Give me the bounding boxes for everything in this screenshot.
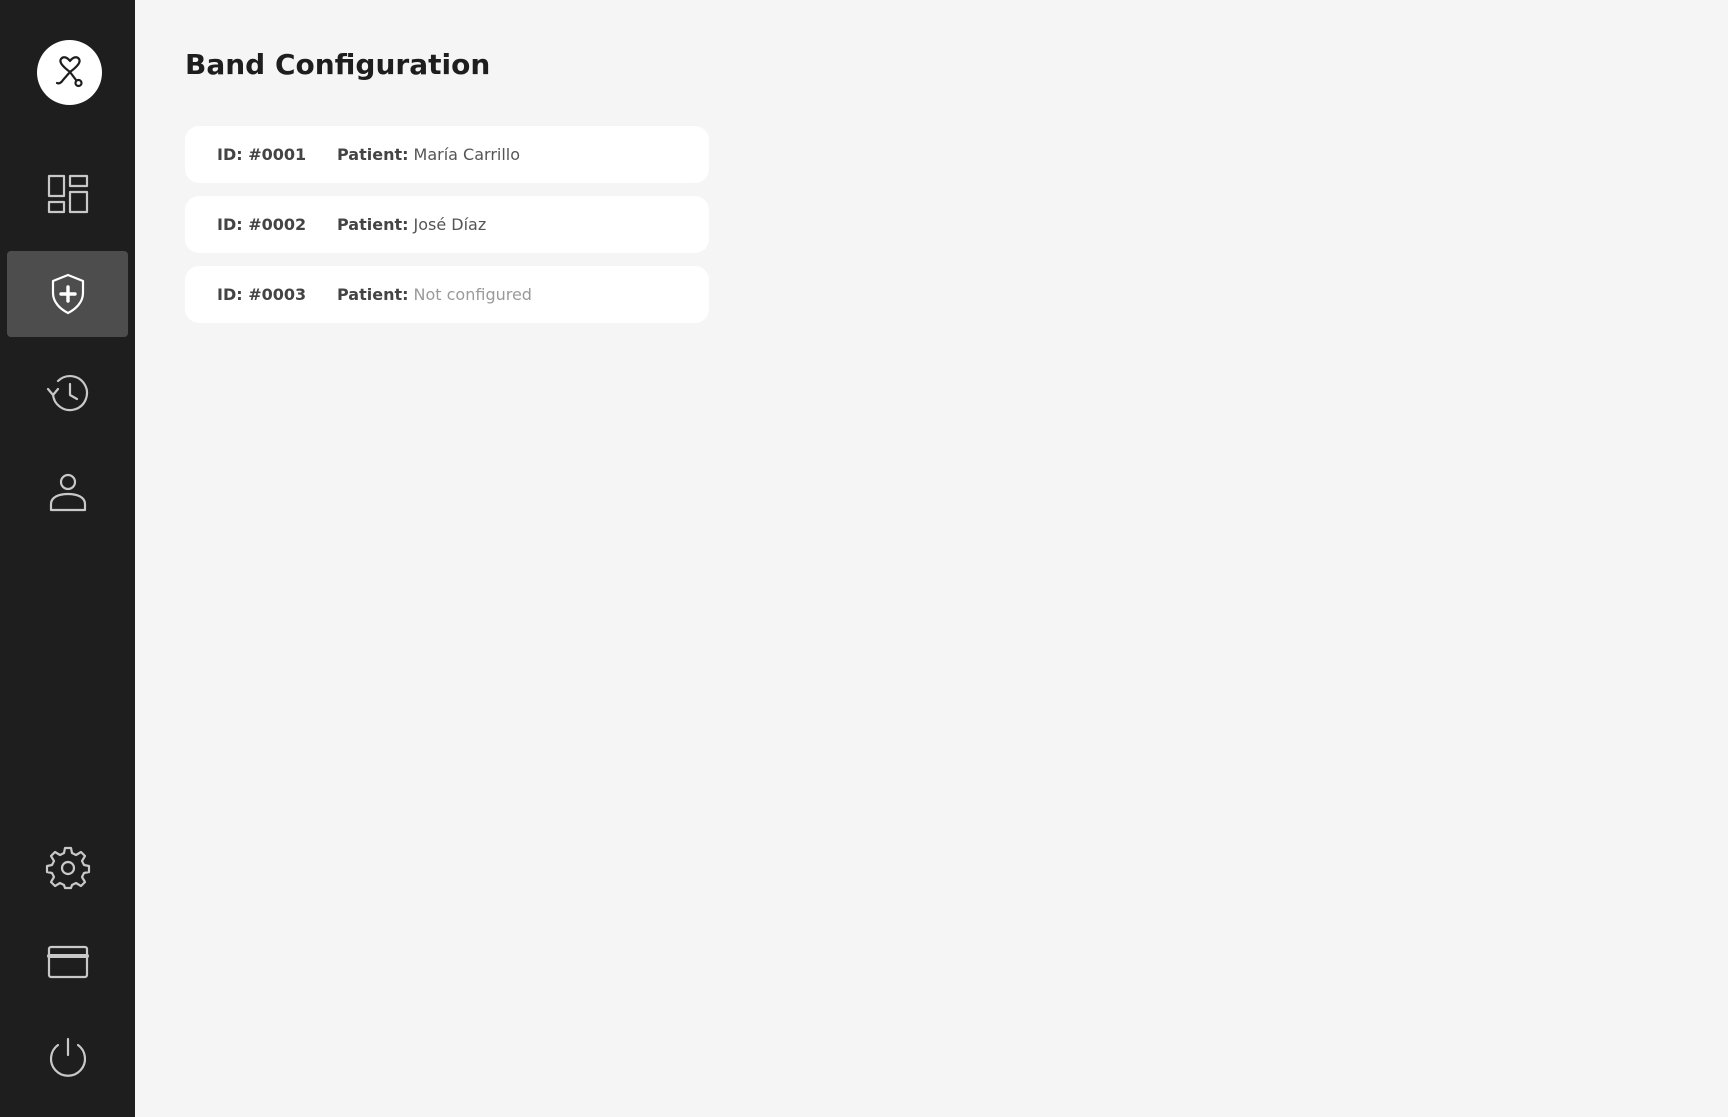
band-row[interactable]: ID: #0003 Patient: Not configured (185, 266, 709, 323)
band-list: ID: #0001 Patient: María Carrillo ID: #0… (185, 126, 709, 336)
main-content: Band Configuration ID: #0001 Patient: Ma… (135, 0, 1728, 1117)
sidebar (0, 0, 135, 1117)
band-id: ID: #0001 (217, 145, 307, 164)
nav-item-billing[interactable] (7, 919, 128, 1005)
power-icon (49, 1037, 86, 1077)
band-id: ID: #0002 (217, 215, 307, 234)
nav-item-profile[interactable] (7, 449, 128, 535)
page-title: Band Configuration (185, 48, 491, 81)
band-row[interactable]: ID: #0001 Patient: María Carrillo (185, 126, 709, 183)
nav-item-history[interactable] (7, 350, 128, 436)
history-icon (46, 374, 88, 412)
band-id: ID: #0003 (217, 285, 307, 304)
patient-name: María Carrillo (413, 145, 521, 164)
patient-label: Patient: (337, 145, 409, 164)
nav-item-logout[interactable] (7, 1014, 128, 1100)
nav-item-dashboard[interactable] (7, 152, 128, 238)
patient-label: Patient: (337, 215, 409, 234)
nav-item-bands[interactable] (7, 251, 128, 337)
heart-stethoscope-icon (55, 55, 83, 87)
app-logo[interactable] (37, 40, 102, 105)
patient-status-not-configured: Not configured (413, 285, 532, 304)
band-row[interactable]: ID: #0002 Patient: José Díaz (185, 196, 709, 253)
shield-plus-icon (51, 273, 84, 315)
user-icon (49, 473, 86, 512)
credit-card-icon (46, 945, 89, 979)
nav-item-settings[interactable] (7, 824, 128, 910)
gear-icon (45, 846, 90, 890)
patient-name: José Díaz (413, 215, 487, 234)
app-root: Band Configuration ID: #0001 Patient: Ma… (0, 0, 1728, 1117)
patient-label: Patient: (337, 285, 409, 304)
dashboard-icon (47, 174, 88, 214)
